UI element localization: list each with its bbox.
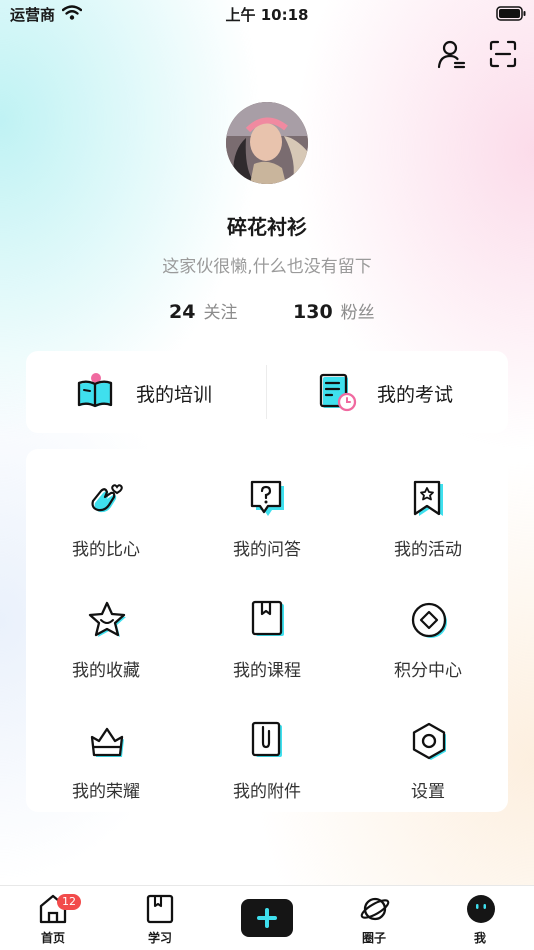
points-center-label: 积分中心 [394,661,462,681]
status-bar: 运营商 上午 10:18 [0,0,534,30]
tab-study[interactable]: 学习 [120,886,200,950]
status-time: 上午 10:18 [225,6,309,24]
course-book-icon [251,600,284,636]
quick-actions-card: 我的培训 我的考试 [26,351,508,433]
star-icon [88,601,126,637]
following-count: 24 [169,301,196,323]
study-book-icon [146,894,174,924]
my-exam-button[interactable]: 我的考试 [267,351,507,433]
my-qa-item[interactable]: 我的问答 [187,449,347,569]
my-training-label: 我的培训 [136,384,213,406]
tab-circle-label: 圈子 [361,931,386,945]
tab-home[interactable]: 12 首页 [13,886,93,950]
planet-icon [360,897,390,921]
my-exam-label: 我的考试 [377,384,454,406]
tab-bar: 12 首页 学习 圈子 我 [0,885,534,950]
activity-flag-icon [413,480,443,516]
bio: 这家伙很懒,什么也没有留下 [162,257,372,277]
settings-item[interactable]: 设置 [348,691,508,811]
scan-icon[interactable] [487,38,519,70]
my-favorites-item[interactable]: 我的收藏 [26,570,186,690]
tab-me[interactable]: 我 [440,886,520,950]
question-bubble-icon [250,480,284,516]
fans-stat[interactable]: 130 粉丝 [293,298,375,323]
tab-study-label: 学习 [147,931,172,945]
me-face-icon [467,895,495,923]
my-favorites-label: 我的收藏 [72,661,140,681]
points-diamond-icon [411,602,447,638]
my-activities-item[interactable]: 我的活动 [348,449,508,569]
avatar[interactable] [226,102,308,184]
settings-label: 设置 [411,782,445,802]
my-honors-label: 我的荣耀 [72,782,140,802]
following-label: 关注 [203,303,238,323]
my-training-button[interactable]: 我的培训 [26,351,266,433]
settings-hexagon-icon [412,722,446,760]
my-courses-item[interactable]: 我的课程 [187,570,347,690]
tab-home-label: 首页 [40,931,65,945]
battery-icon [496,6,526,25]
menu-grid-card: 我的比心 我的问答 我的活动 我的收藏 我的课程 积分中心 我的荣耀 我的附件 … [26,449,508,812]
tab-me-label: 我 [473,931,486,945]
my-courses-label: 我的课程 [233,661,301,681]
add-plus-icon-vertical [265,908,269,928]
attachment-icon [251,721,282,757]
user-list-icon[interactable] [436,38,468,70]
nickname: 碎花衬衫 [227,215,307,239]
my-likes-label: 我的比心 [72,540,140,560]
my-likes-item[interactable]: 我的比心 [26,449,186,569]
honor-basket-icon [90,727,124,757]
points-center-item[interactable]: 积分中心 [348,570,508,690]
fans-label: 粉丝 [340,303,375,323]
exam-clock-icon [319,373,357,412]
training-book-icon [77,373,113,408]
finger-heart-icon [91,484,123,513]
fans-count: 130 [293,301,333,323]
tab-circle[interactable]: 圈子 [334,886,414,950]
profile-stats: 24 关注 130 粉丝 [0,298,534,324]
home-badge: 12 [57,894,81,910]
my-honors-item[interactable]: 我的荣耀 [26,691,186,811]
add-button[interactable] [241,899,293,937]
my-activities-label: 我的活动 [394,540,462,560]
following-stat[interactable]: 24 关注 [169,298,237,323]
my-attachments-item[interactable]: 我的附件 [187,691,347,811]
my-qa-label: 我的问答 [233,540,301,560]
my-attachments-label: 我的附件 [233,782,301,802]
